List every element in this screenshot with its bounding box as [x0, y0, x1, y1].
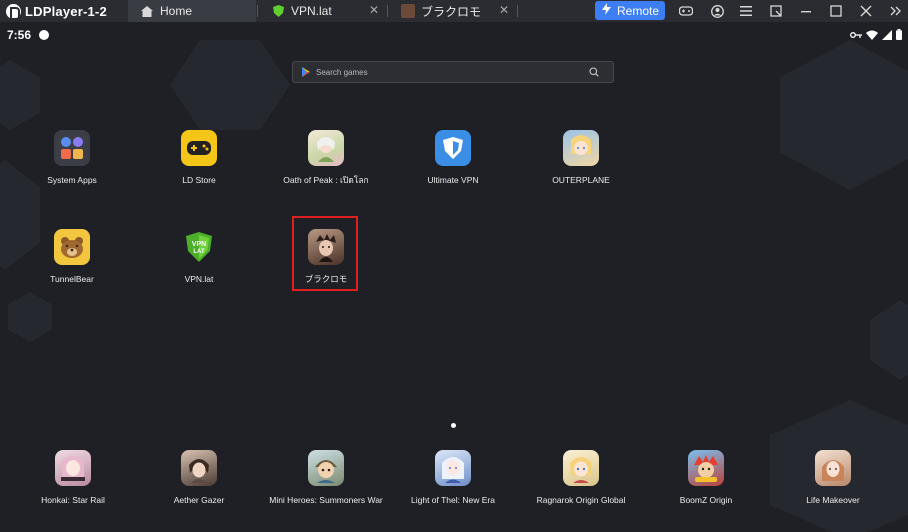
vpn-key-icon	[850, 31, 862, 38]
battery-icon	[896, 29, 902, 40]
life-makeover-icon	[815, 450, 851, 486]
dock-app-life-makeover[interactable]: Life Makeover	[778, 450, 888, 506]
status-clock: 7:56	[7, 28, 32, 42]
expand-sidebar-icon[interactable]	[887, 2, 905, 20]
notification-dot-icon	[39, 30, 49, 40]
dock-app-honkai-star-rail[interactable]: Honkai: Star Rail	[18, 450, 128, 506]
play-store-icon	[302, 67, 310, 77]
app-label: Light of Thel: New Era	[411, 495, 495, 505]
app-label: Aether Gazer	[173, 495, 225, 505]
aether-gazer-icon	[181, 450, 217, 486]
app-tunnelbear[interactable]: TunnelBear	[17, 229, 127, 285]
tunnelbear-icon	[54, 229, 90, 265]
wifi-icon	[866, 30, 878, 40]
tab-divider	[257, 5, 258, 17]
game-thumbnail-icon	[401, 4, 415, 18]
vpn-shield-icon	[271, 4, 285, 18]
tab-burakuromo[interactable]: ブラクロモ ✕	[389, 0, 515, 22]
remote-button[interactable]: Remote	[595, 1, 665, 20]
app-label: TunnelBear	[50, 274, 94, 284]
app-label: OUTERPLANE	[552, 175, 610, 185]
app-label: VPN.lat	[184, 274, 214, 284]
ragnarok-origin-icon	[563, 450, 599, 486]
ultimate-vpn-shield-icon	[435, 130, 471, 166]
home-icon	[140, 4, 154, 18]
tab-divider	[387, 5, 388, 17]
ld-store-gamepad-icon	[181, 130, 217, 166]
svg-text:VPN: VPN	[192, 241, 206, 248]
system-apps-icon	[54, 130, 90, 166]
account-icon[interactable]	[708, 2, 726, 20]
boomz-origin-icon	[688, 450, 724, 486]
tab-home[interactable]: Home	[128, 0, 256, 22]
app-label: BoomZ Origin	[679, 495, 733, 505]
app-outerplane[interactable]: OUTERPLANE	[526, 130, 636, 186]
honkai-star-rail-icon	[55, 450, 91, 486]
close-window-icon[interactable]	[857, 2, 875, 20]
outerplane-icon	[563, 130, 599, 166]
tab-divider	[517, 5, 518, 17]
app-oath-of-peak[interactable]: Oath of Peak : เปิดโลก	[271, 130, 381, 186]
vpn-lat-shield-icon: VPN LAT	[181, 229, 217, 265]
app-label: Mini Heroes: Summoners War	[269, 495, 383, 505]
app-label: Ragnarok Origin Global	[536, 495, 626, 505]
dock-app-mini-heroes[interactable]: Mini Heroes: Summoners War	[269, 450, 383, 506]
app-label: Ultimate VPN	[427, 175, 479, 185]
app-system-apps[interactable]: System Apps	[17, 130, 127, 186]
selection-highlight-box	[292, 216, 358, 291]
tab-vpn-lat[interactable]: VPN.lat ✕	[259, 0, 385, 22]
tab-label: Home	[160, 4, 193, 18]
background-hexagon	[170, 40, 290, 130]
search-icon[interactable]	[589, 67, 599, 77]
signal-icon	[882, 29, 892, 40]
app-ultimate-vpn[interactable]: Ultimate VPN	[398, 130, 508, 186]
app-ld-store[interactable]: LD Store	[144, 130, 254, 186]
tab-label: VPN.lat	[291, 4, 332, 18]
search-placeholder: Search games	[316, 67, 368, 77]
app-label: LD Store	[182, 175, 216, 185]
app-label: Life Makeover	[806, 495, 860, 505]
svg-text:LAT: LAT	[193, 249, 205, 255]
oath-of-peak-icon	[308, 130, 344, 166]
gamepad-icon[interactable]	[677, 2, 695, 20]
app-label: Oath of Peak : เปิดโลก	[283, 175, 369, 185]
app-label: Honkai: Star Rail	[41, 495, 105, 505]
mini-heroes-icon	[308, 450, 344, 486]
dock-app-light-of-thel[interactable]: Light of Thel: New Era	[398, 450, 508, 506]
dock-app-aether-gazer[interactable]: Aether Gazer	[144, 450, 254, 506]
search-games-bar[interactable]: Search games	[292, 61, 614, 83]
tab-label: ブラクロモ	[421, 4, 482, 19]
lightning-icon	[602, 3, 611, 18]
menu-icon[interactable]	[737, 2, 755, 20]
background-hexagon	[0, 60, 40, 130]
app-label: System Apps	[47, 175, 97, 185]
background-hexagon	[780, 40, 908, 190]
light-of-thel-icon	[435, 450, 471, 486]
android-status-bar: 7:56	[0, 22, 908, 46]
background-hexagon	[8, 292, 52, 342]
app-vpn-lat[interactable]: VPN LAT VPN.lat	[144, 229, 254, 285]
dock-app-ragnarok-origin-global[interactable]: Ragnarok Origin Global	[526, 450, 636, 506]
app-logo: LDPlayer-1-2	[0, 0, 128, 22]
window-restore-icon[interactable]	[767, 2, 785, 20]
dock-app-boomz-origin[interactable]: BoomZ Origin	[651, 450, 761, 506]
remote-label: Remote	[617, 3, 660, 18]
page-indicator-dot[interactable]	[451, 423, 456, 428]
close-tab-icon[interactable]: ✕	[499, 3, 509, 17]
maximize-icon[interactable]	[827, 2, 845, 20]
close-tab-icon[interactable]: ✕	[369, 3, 379, 17]
status-icons	[850, 29, 902, 40]
window-title: LDPlayer-1-2	[25, 3, 107, 19]
background-hexagon	[870, 300, 908, 380]
ldplayer-logo-icon	[6, 3, 21, 20]
minimize-icon[interactable]	[797, 2, 815, 20]
